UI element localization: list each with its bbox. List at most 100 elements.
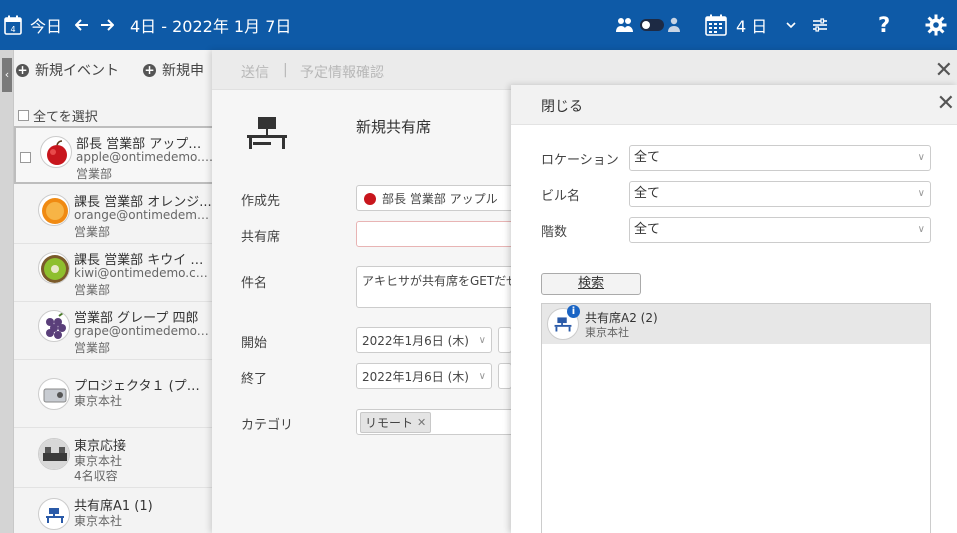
arrow-left-icon[interactable]	[75, 0, 89, 50]
list-item[interactable]: 課長 営業部 キウイ 三郎 kiwi@ontimedemo.com 営業部	[14, 244, 214, 302]
item-email: grape@ontimedemo.c...	[74, 324, 212, 338]
search-button[interactable]: 検索	[541, 273, 641, 295]
select-all-label: 全てを選択	[33, 110, 98, 125]
chevron-down-icon: ∨	[917, 152, 925, 163]
today-button[interactable]: 今日	[30, 0, 62, 50]
left-collapse-strip: ‹	[0, 50, 14, 533]
subject-label: 件名	[241, 276, 268, 291]
gear-icon[interactable]	[925, 0, 947, 50]
building-filter-select[interactable]: 全て ∨	[629, 181, 931, 207]
list-item[interactable]: 営業部 グレープ 四郎 grape@ontimedemo.c... 営業部	[14, 302, 214, 360]
item-dept: 営業部	[74, 283, 111, 297]
svg-text:4: 4	[10, 25, 15, 34]
view-days-label[interactable]: 4 日	[736, 0, 767, 50]
chevron-down-icon[interactable]	[786, 0, 796, 50]
plus-circle-icon[interactable]: +	[16, 63, 29, 77]
new-request-button[interactable]: 新規申	[162, 60, 204, 80]
dialog-header: 送信 | 予定情報確認 ✕	[212, 50, 957, 90]
item-dept: 営業部	[76, 167, 113, 181]
panel-header: 閉じる ✕	[511, 85, 957, 125]
building-filter-value: 全て	[634, 186, 661, 201]
end-date-value: 2022年1月6日 (木)	[362, 369, 469, 384]
view-toggle[interactable]	[640, 0, 664, 50]
item-checkbox[interactable]	[20, 152, 31, 163]
category-label: カテゴリ	[241, 418, 294, 433]
dialog-close-icon[interactable]: ✕	[935, 58, 953, 83]
item-dept: 営業部	[74, 341, 111, 355]
building-filter-label: ビル名	[541, 189, 581, 204]
info-badge-icon[interactable]: i	[567, 305, 580, 318]
end-label: 終了	[241, 372, 268, 387]
grape-avatar	[38, 310, 70, 342]
category-tag: リモート ✕	[360, 411, 432, 433]
category-field[interactable]: リモート ✕	[356, 409, 516, 435]
tab-send[interactable]: 送信	[241, 62, 269, 82]
kiwi-avatar	[38, 252, 70, 284]
shared-desk-icon	[245, 115, 289, 159]
start-date-value: 2022年1月6日 (木)	[362, 333, 469, 348]
panel-close-link[interactable]: 閉じる	[541, 96, 583, 116]
list-item[interactable]: 部長 営業部 アップル ... apple@ontimedemo.c... 営業…	[14, 126, 214, 184]
apple-avatar	[40, 136, 72, 168]
plus-circle-icon[interactable]: +	[143, 63, 156, 77]
shared-seat-field[interactable]	[356, 221, 516, 247]
owner-field[interactable]: 部長 営業部 アップル	[356, 185, 516, 211]
owner-label: 作成先	[241, 194, 281, 209]
shared-desk-icon	[38, 498, 70, 530]
seat-search-panel: 閉じる ✕ ロケーション 全て ∨ ビル名 全て ∨ 階数 全て ∨ 検索 i …	[511, 85, 957, 533]
list-item[interactable]: 東京応接 東京本社 4名収容	[14, 430, 214, 488]
shared-seat-label: 共有席	[241, 230, 281, 245]
location-filter-label: ロケーション	[541, 153, 619, 168]
start-time-select[interactable]	[498, 327, 512, 353]
select-all-checkbox[interactable]	[18, 110, 29, 121]
select-all-row[interactable]: 全てを選択	[18, 106, 98, 125]
list-item[interactable]: 共有席A1 (1) 東京本社	[14, 490, 214, 533]
result-location: 東京本社	[585, 326, 629, 339]
calendar-view-icon[interactable]	[705, 0, 727, 50]
owner-value: 部長 営業部 アップル	[382, 191, 498, 206]
item-email: orange@ontimedemo...	[74, 208, 212, 222]
start-label: 開始	[241, 336, 268, 351]
tab-confirm[interactable]: 予定情報確認	[300, 62, 384, 82]
collapse-panel-button[interactable]: ‹	[2, 58, 12, 92]
end-time-select[interactable]	[498, 363, 512, 389]
subject-field[interactable]: アキヒサが共有席をGETだぜ	[356, 266, 516, 308]
date-range-label: 4日 - 2022年 1月 7日	[130, 17, 292, 36]
floor-filter-label: 階数	[541, 225, 568, 240]
chevron-down-icon: ∨	[917, 224, 925, 235]
floor-filter-select[interactable]: 全て ∨	[629, 217, 931, 243]
item-capacity: 4名収容	[74, 469, 118, 483]
list-item[interactable]: 課長 営業部 オレンジ... orange@ontimedemo... 営業部	[14, 186, 214, 244]
category-tag-label: リモート	[365, 415, 414, 430]
arrow-right-icon[interactable]	[100, 0, 114, 50]
group-people-icon	[616, 0, 634, 50]
top-bar: 4 今日 4日 - 2022年 1月 7日 4 日 ?	[0, 0, 957, 50]
item-location: 東京本社	[74, 514, 123, 528]
location-filter-select[interactable]: 全て ∨	[629, 145, 931, 171]
projector-avatar	[38, 378, 70, 410]
result-item[interactable]: i 共有席A2 (2) 東京本社	[542, 304, 930, 344]
chevron-down-icon: ∨	[917, 188, 925, 199]
item-email: apple@ontimedemo.c...	[76, 150, 214, 164]
list-toolbar: + 新規イベント + 新規申	[16, 58, 204, 82]
remove-tag-icon[interactable]: ✕	[417, 416, 426, 429]
orange-avatar	[38, 194, 70, 226]
chevron-down-icon: ∨	[478, 370, 486, 382]
help-button[interactable]: ?	[878, 0, 890, 50]
search-results-list: i 共有席A2 (2) 東京本社	[541, 303, 931, 533]
list-item[interactable]: プロジェクタ１ (プロジ... 東京本社	[14, 370, 214, 428]
apple-avatar	[364, 193, 376, 205]
calendar-today-icon[interactable]: 4	[4, 0, 22, 50]
single-person-icon	[668, 0, 680, 50]
panel-close-icon[interactable]: ✕	[937, 91, 955, 116]
chevron-down-icon: ∨	[478, 334, 486, 346]
start-date-select[interactable]: 2022年1月6日 (木) ∨	[356, 327, 492, 353]
dialog-title: 新規共有席	[356, 118, 432, 136]
new-event-button[interactable]: 新規イベント	[35, 60, 119, 80]
tab-separator: |	[283, 62, 288, 78]
end-date-select[interactable]: 2022年1月6日 (木) ∨	[356, 363, 492, 389]
item-dept: 営業部	[74, 225, 111, 239]
filter-settings-icon[interactable]	[812, 0, 828, 50]
item-location: 東京本社	[74, 394, 123, 408]
floor-filter-value: 全て	[634, 222, 661, 237]
